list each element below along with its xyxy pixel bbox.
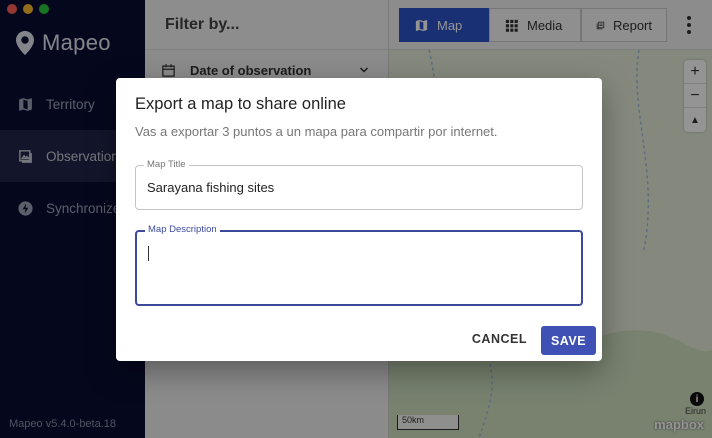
export-map-dialog: Export a map to share online Vas a expor…	[116, 78, 602, 361]
map-description-label: Map Description	[145, 224, 220, 235]
map-title-field[interactable]: Map Title Sarayana fishing sites	[135, 159, 583, 210]
map-title-input[interactable]: Sarayana fishing sites	[147, 180, 274, 195]
map-description-field[interactable]: Map Description	[135, 224, 583, 306]
map-title-label: Map Title	[144, 159, 189, 170]
dialog-subtitle: Vas a exportar 3 puntos a un mapa para c…	[135, 124, 498, 139]
cancel-button[interactable]: CANCEL	[472, 332, 527, 346]
dialog-title: Export a map to share online	[135, 95, 346, 113]
save-button[interactable]: SAVE	[541, 326, 596, 355]
text-cursor	[148, 246, 149, 261]
